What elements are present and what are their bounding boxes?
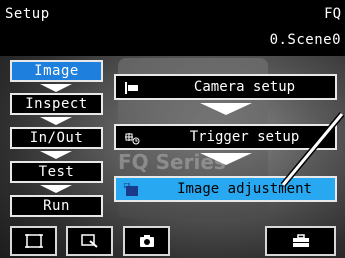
tools-button[interactable] bbox=[265, 226, 336, 256]
capture-camera-icon bbox=[139, 235, 154, 247]
capture-button[interactable] bbox=[123, 226, 170, 256]
zoom-icon bbox=[80, 234, 98, 248]
zoom-button[interactable] bbox=[66, 226, 113, 256]
stylus-pointer-icon bbox=[280, 112, 345, 187]
frame-icon bbox=[24, 234, 43, 248]
toolbox-icon bbox=[292, 234, 309, 247]
camera-screen: FQ Series Setup FQ 0.Scene0 Image Inspec… bbox=[0, 0, 345, 258]
frame-button[interactable] bbox=[10, 226, 57, 256]
